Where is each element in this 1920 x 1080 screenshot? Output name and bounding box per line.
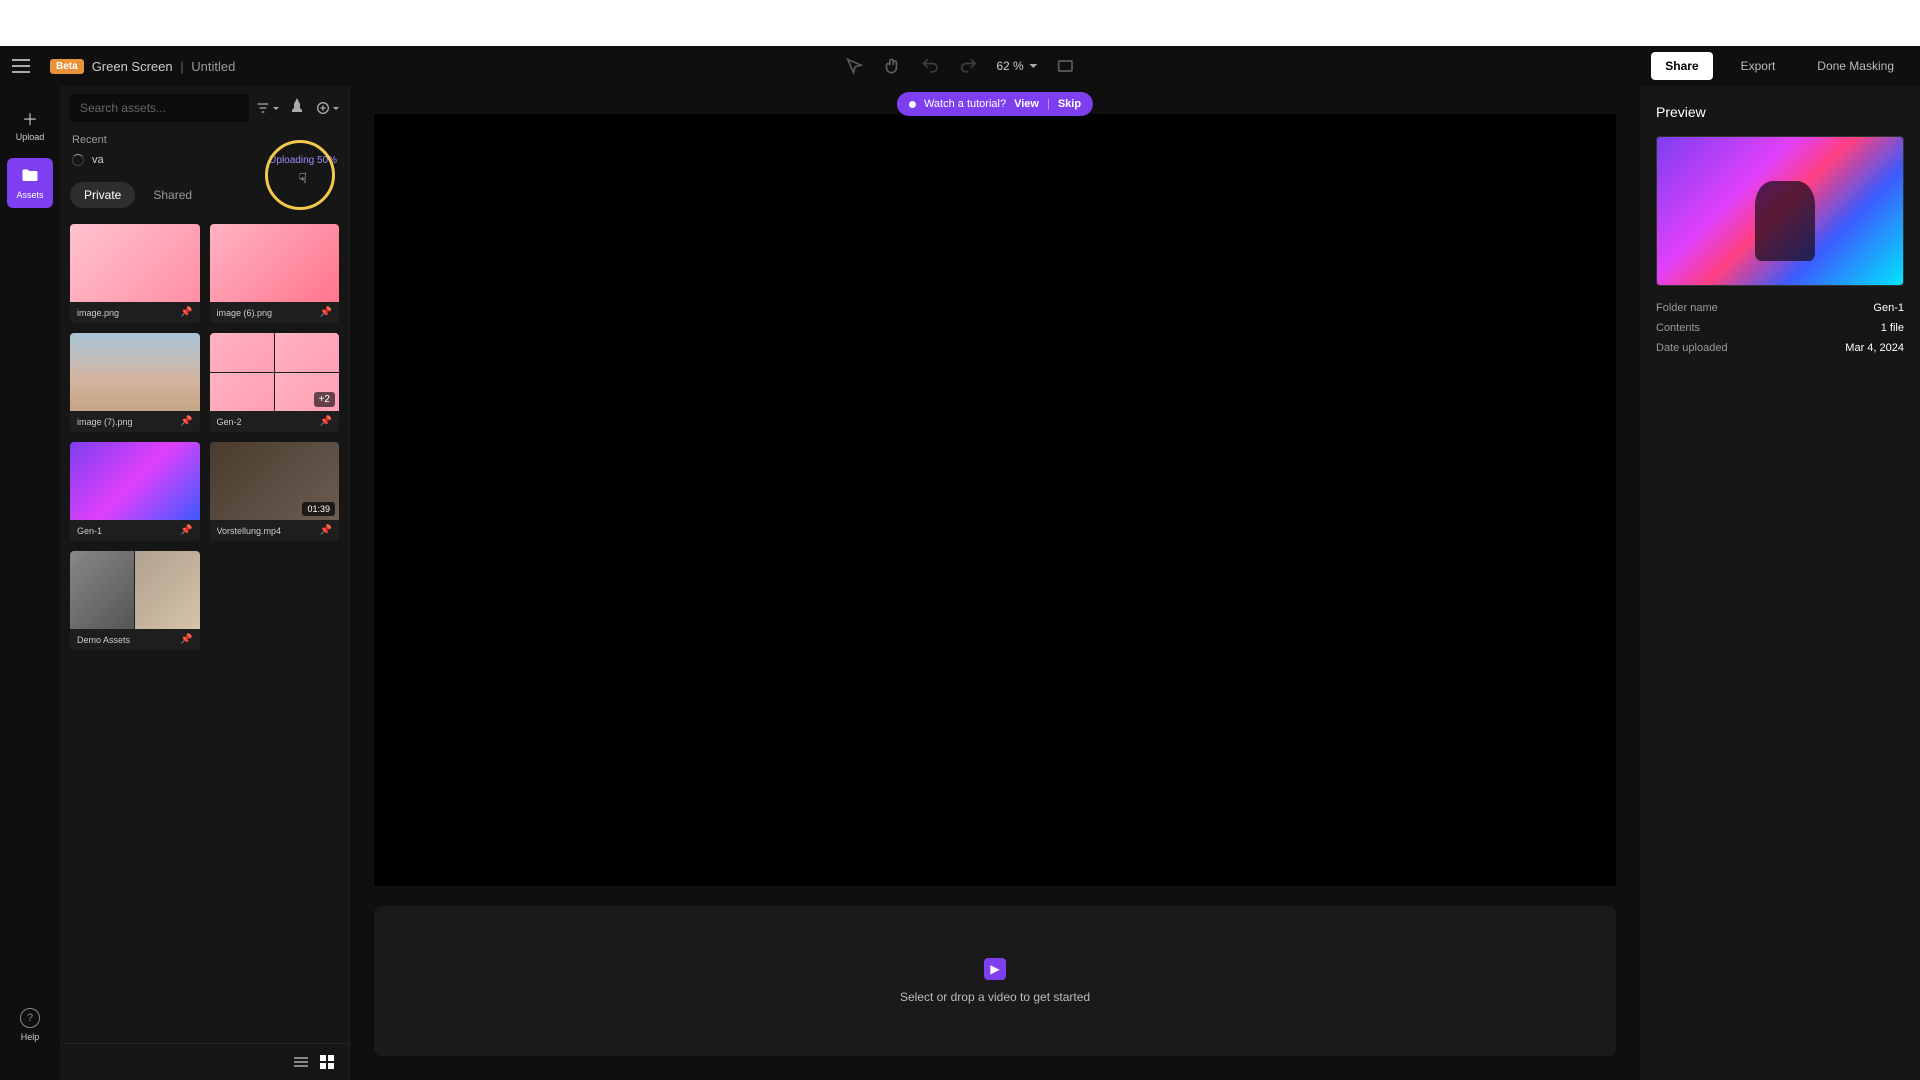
breadcrumb-project[interactable]: Untitled	[191, 59, 235, 74]
asset-thumbnail	[70, 551, 200, 629]
pin-icon[interactable]: 📌	[320, 307, 332, 318]
asset-thumbnail: +2	[210, 333, 340, 411]
recent-header: Recent	[72, 134, 337, 146]
asset-item[interactable]: Demo Assets📌	[70, 551, 200, 650]
hand-tool-icon[interactable]	[882, 56, 902, 76]
list-view-button[interactable]	[291, 1052, 311, 1072]
asset-thumbnail	[70, 333, 200, 411]
canvas[interactable]	[374, 114, 1616, 886]
undo-icon[interactable]	[920, 56, 940, 76]
video-icon: ▶	[984, 958, 1006, 980]
canvas-area: Watch a tutorial? View | Skip ▶ Select o…	[350, 86, 1640, 1080]
asset-thumbnail: 01:39	[210, 442, 340, 520]
upload-status: Uploading 50%	[269, 155, 337, 166]
asset-thumbnail	[70, 224, 200, 302]
preview-panel: Preview Folder nameGen-1 Contents1 file …	[1640, 86, 1920, 1080]
asset-thumbnail	[210, 224, 340, 302]
aspect-icon[interactable]	[1056, 56, 1076, 76]
asset-item[interactable]: image (6).png📌	[210, 224, 340, 323]
nav-assets[interactable]: Assets	[7, 158, 53, 208]
plus-icon: ＋	[20, 108, 40, 128]
asset-item[interactable]: image (7).png📌	[70, 333, 200, 432]
meta-folder-value: Gen-1	[1873, 302, 1904, 314]
asset-item[interactable]: Gen-1📌	[70, 442, 200, 541]
meta-folder-label: Folder name	[1656, 302, 1718, 314]
tutorial-view-button[interactable]: View	[1014, 98, 1039, 110]
asset-item[interactable]: +2 Gen-2📌	[210, 333, 340, 432]
upload-progress-row[interactable]: va Uploading 50% ☟	[72, 150, 337, 170]
pin-icon[interactable]: 📌	[180, 307, 192, 318]
timeline-dropzone[interactable]: ▶ Select or drop a video to get started	[374, 906, 1616, 1056]
filter-button[interactable]	[255, 96, 279, 120]
pin-icon[interactable]: 📌	[180, 416, 192, 427]
options-button[interactable]	[315, 96, 339, 120]
pin-button[interactable]	[285, 96, 309, 120]
spinner-icon	[72, 154, 84, 166]
pin-icon[interactable]: 📌	[320, 416, 332, 427]
zoom-control[interactable]: 62 %	[996, 59, 1037, 73]
help-icon: ?	[20, 1008, 40, 1028]
browser-chrome	[0, 0, 1920, 46]
meta-contents-label: Contents	[1656, 322, 1700, 334]
breadcrumb: Green Screen | Untitled	[92, 59, 236, 74]
redo-icon[interactable]	[958, 56, 978, 76]
breadcrumb-tool[interactable]: Green Screen	[92, 59, 173, 74]
pin-icon[interactable]: 📌	[180, 634, 192, 645]
meta-contents-value: 1 file	[1881, 322, 1904, 334]
tutorial-text: Watch a tutorial?	[924, 98, 1006, 110]
upload-item-name: va	[92, 154, 104, 166]
preview-thumbnail[interactable]	[1656, 136, 1904, 286]
cursor-indicator: ☟	[298, 170, 307, 187]
tutorial-skip-button[interactable]: Skip	[1058, 98, 1081, 110]
recent-section: Recent va Uploading 50% ☟	[60, 130, 349, 174]
asset-thumbnail	[70, 442, 200, 520]
meta-date-label: Date uploaded	[1656, 342, 1728, 354]
left-nav: ＋ Upload Assets ? Help	[0, 86, 60, 1080]
export-button[interactable]: Export	[1727, 52, 1790, 80]
done-masking-button[interactable]: Done Masking	[1803, 52, 1908, 80]
asset-grid: image.png📌 image (6).png📌 image (7).png📌…	[60, 216, 349, 658]
meta-date-value: Mar 4, 2024	[1845, 342, 1904, 354]
tab-private[interactable]: Private	[70, 182, 135, 208]
view-toggle	[60, 1043, 349, 1080]
pin-icon[interactable]: 📌	[180, 525, 192, 536]
tab-shared[interactable]: Shared	[139, 182, 206, 208]
preview-title: Preview	[1656, 104, 1904, 120]
top-bar: Beta Green Screen | Untitled 62 % Share …	[0, 46, 1920, 86]
beta-badge: Beta	[50, 59, 84, 74]
share-button[interactable]: Share	[1651, 52, 1712, 80]
nav-upload[interactable]: ＋ Upload	[7, 100, 53, 150]
assets-panel: Recent va Uploading 50% ☟ Private Shared	[60, 86, 350, 1080]
folder-icon	[20, 166, 40, 186]
asset-item[interactable]: image.png📌	[70, 224, 200, 323]
tutorial-banner: Watch a tutorial? View | Skip	[897, 92, 1093, 116]
grid-view-button[interactable]	[317, 1052, 337, 1072]
search-input[interactable]	[70, 94, 249, 122]
pin-icon[interactable]: 📌	[320, 525, 332, 536]
cursor-tool-icon[interactable]	[844, 56, 864, 76]
nav-help[interactable]: ? Help	[7, 1000, 53, 1050]
asset-item[interactable]: 01:39 Vorstellung.mp4📌	[210, 442, 340, 541]
dot-icon	[909, 101, 916, 108]
timeline-hint: Select or drop a video to get started	[900, 990, 1090, 1004]
hamburger-menu[interactable]	[12, 54, 36, 78]
